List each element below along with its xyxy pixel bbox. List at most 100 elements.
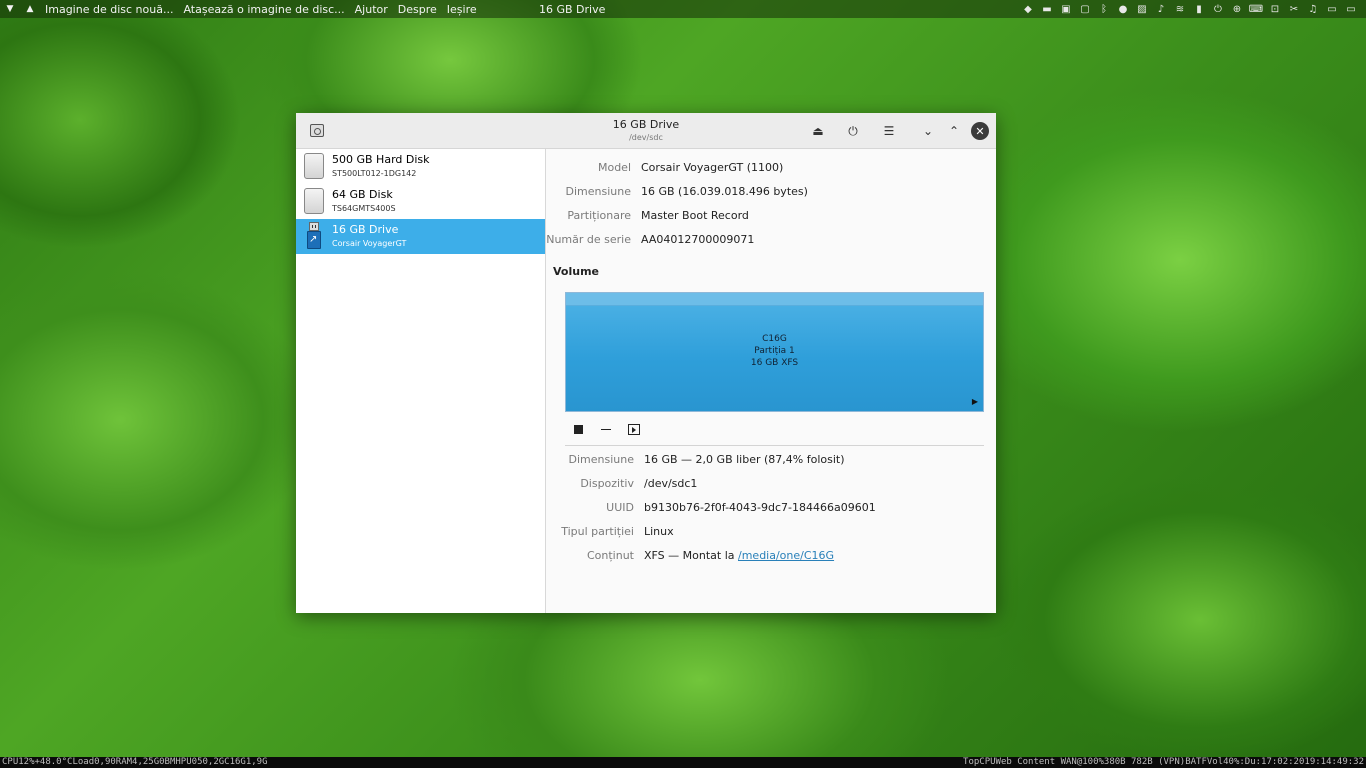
tray-lock-icon[interactable]: ⊡ — [1268, 2, 1282, 16]
power-icon: ⏻ — [848, 123, 858, 138]
drive-detail: TS64GMTS400S — [332, 204, 396, 213]
system-stats-right: TopCPUWeb Content WAN@100%380B 782B (VPN… — [963, 757, 1364, 767]
tray-bluetooth-icon[interactable]: ᛒ — [1097, 2, 1111, 16]
prop-model-value: Corsair VoyagerGT (1100) — [641, 161, 784, 174]
vol-prop-uuid: UUID — [547, 501, 634, 517]
prop-label: UUID — [606, 501, 634, 514]
tray-keyboard-icon[interactable]: ⌨ — [1249, 2, 1263, 16]
delete-partition-button[interactable] — [598, 421, 614, 437]
prop-label: Dimensiune — [568, 453, 634, 466]
drive-detail: ST500LT012-1DG142 — [332, 169, 417, 178]
system-stats-left: CPU12%+48.0°CLoad0,90RAM4,25G0BMHPU050,2… — [2, 757, 268, 767]
prop-label: Partiționare — [567, 209, 631, 222]
mount-point-link[interactable]: /media/one/C16G — [738, 549, 834, 562]
power-off-button[interactable]: ⏻ — [844, 122, 862, 140]
vol-prop-size-value: 16 GB — 2,0 GB liber (87,4% folosit) — [644, 453, 845, 466]
menu-new-disk-image[interactable]: Imagine de disc nouă... — [40, 0, 178, 18]
volume-map-header — [566, 293, 983, 306]
tray-desktop-2-icon[interactable]: ▭ — [1344, 2, 1358, 16]
prop-size: Dimensiune — [547, 185, 631, 201]
menu-about[interactable]: Despre — [393, 0, 442, 18]
bottom-status-panel: CPU12%+48.0°CLoad0,90RAM4,25G0BMHPU050,2… — [0, 757, 1366, 768]
drive-item-64gb[interactable]: 64 GB Disk TS64GMTS400S — [296, 184, 545, 219]
prop-label: Model — [597, 161, 631, 174]
tray-app-icon[interactable]: ◆ — [1021, 2, 1035, 16]
minimize-button[interactable]: ⌄ — [919, 122, 937, 140]
partition-options-button[interactable] — [626, 421, 642, 437]
minus-icon — [601, 428, 611, 430]
eject-icon: ⏏ — [812, 124, 824, 138]
menu-help[interactable]: Ajutor — [350, 0, 393, 18]
menu-attach-disk-image[interactable]: Atașează o imagine de disc... — [178, 0, 349, 18]
close-icon: ✕ — [975, 124, 985, 138]
disk-manager-window: 16 GB Drive /dev/sdc ⏏ ⏻ ☰ ⌄ ⌃ ✕ 500 GB … — [296, 113, 996, 613]
menu-quit[interactable]: Ieșire — [442, 0, 482, 18]
tray-volume-icon[interactable]: ♫ — [1306, 2, 1320, 16]
tray-network-icon[interactable]: ⊕ — [1230, 2, 1244, 16]
panel-menu-chevron-up-icon[interactable]: ▲ — [20, 0, 40, 18]
panel-window-title: 16 GB Drive — [539, 2, 606, 16]
volume-map: C16G Partiția 1 16 GB XFS ▶ — [565, 292, 984, 412]
drive-detail: Corsair VoyagerGT — [332, 239, 407, 248]
contents-prefix: XFS — Montat la — [644, 549, 735, 562]
divider — [565, 445, 984, 446]
unmount-button[interactable] — [570, 421, 586, 437]
tray-window-icon[interactable]: ▣ — [1059, 2, 1073, 16]
vol-prop-device: Dispozitiv — [547, 477, 634, 493]
drive-item-16gb[interactable]: 16 GB Drive Corsair VoyagerGT — [296, 219, 545, 254]
drive-item-500gb[interactable]: 500 GB Hard Disk ST500LT012-1DG142 — [296, 149, 545, 184]
tray-desktop-1-icon[interactable]: ▭ — [1325, 2, 1339, 16]
tray-folder-icon[interactable]: ▬ — [1040, 2, 1054, 16]
tray-screen-icon[interactable]: ▢ — [1078, 2, 1092, 16]
prop-label: Tipul partiției — [561, 525, 634, 538]
vol-prop-type: Tipul partiției — [547, 525, 634, 541]
hamburger-menu-icon: ☰ — [883, 124, 895, 138]
tray-tools-icon[interactable]: ✂ — [1287, 2, 1301, 16]
prop-label: Dimensiune — [565, 185, 631, 198]
tray-globe-icon[interactable]: ● — [1116, 2, 1130, 16]
panel-menu-chevron-down-icon[interactable]: ▼ — [0, 0, 20, 18]
titlebar[interactable]: 16 GB Drive /dev/sdc ⏏ ⏻ ☰ ⌄ ⌃ ✕ — [296, 113, 996, 149]
chevron-down-icon: ⌄ — [922, 124, 934, 138]
prop-model: Model — [547, 161, 631, 177]
vol-prop-uuid-value: b9130b76-2f0f-4043-9dc7-184466a09601 — [644, 501, 876, 514]
volume-toolbar — [570, 421, 642, 437]
drive-name: 64 GB Disk — [332, 188, 393, 201]
prop-label: Număr de serie — [546, 233, 631, 246]
drive-name: 500 GB Hard Disk — [332, 153, 430, 166]
usb-drive-icon — [307, 222, 321, 250]
prop-partitioning: Partiționare — [547, 209, 631, 225]
volumes-heading: Volume — [553, 265, 599, 278]
top-panel: ▼ ▲ Imagine de disc nouă... Atașează o i… — [0, 0, 1366, 18]
system-tray: ◆ ▬ ▣ ▢ ᛒ ● ▨ ♪ ≋ ▮ ⏻ ⊕ ⌨ ⊡ ✂ ♫ ▭ ▭ — [1021, 0, 1358, 18]
prop-serial: Număr de serie — [546, 233, 631, 249]
tray-battery-icon[interactable]: ▮ — [1192, 2, 1206, 16]
tray-wifi-icon[interactable]: ≋ — [1173, 2, 1187, 16]
partition-index: Partiția 1 — [754, 346, 795, 356]
vol-prop-size: Dimensiune — [547, 453, 634, 469]
vol-prop-contents-value: XFS — Montat la /media/one/C16G — [644, 549, 834, 562]
eject-button[interactable]: ⏏ — [809, 122, 827, 140]
partition-block[interactable]: C16G Partiția 1 16 GB XFS — [566, 333, 983, 369]
drive-details-panel: Model Corsair VoyagerGT (1100) Dimensiun… — [546, 149, 996, 613]
drive-name: 16 GB Drive — [332, 223, 399, 236]
tray-notification-icon[interactable]: ♪ — [1154, 2, 1168, 16]
options-menu-icon — [628, 423, 640, 435]
disk-icon — [304, 188, 324, 214]
stop-icon — [573, 424, 583, 434]
play-arrow-icon: ▶ — [971, 397, 978, 406]
close-button[interactable]: ✕ — [971, 122, 989, 140]
partition-name: C16G — [762, 334, 787, 344]
chevron-up-icon: ⌃ — [948, 124, 960, 138]
partition-fs: 16 GB XFS — [750, 358, 799, 368]
prop-partitioning-value: Master Boot Record — [641, 209, 749, 222]
tray-power-icon[interactable]: ⏻ — [1211, 2, 1225, 16]
prop-size-value: 16 GB (16.039.018.496 bytes) — [641, 185, 808, 198]
drives-sidebar: 500 GB Hard Disk ST500LT012-1DG142 64 GB… — [296, 149, 546, 613]
vol-prop-device-value: /dev/sdc1 — [644, 477, 698, 490]
prop-label: Conținut — [586, 549, 634, 562]
maximize-button[interactable]: ⌃ — [945, 122, 963, 140]
vol-prop-type-value: Linux — [644, 525, 674, 538]
tray-image-icon[interactable]: ▨ — [1135, 2, 1149, 16]
drive-menu-button[interactable]: ☰ — [880, 122, 898, 140]
